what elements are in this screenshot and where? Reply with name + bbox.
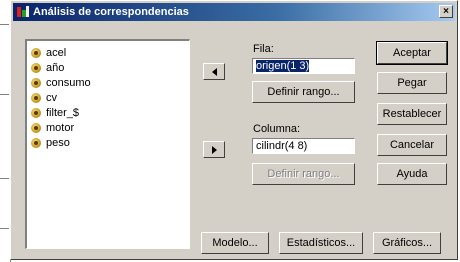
scale-variable-icon xyxy=(31,92,41,103)
paste-button[interactable]: Pegar xyxy=(377,72,447,94)
variable-list[interactable]: acel año consumo cv filter_$motor peso xyxy=(25,39,190,249)
model-button[interactable]: Modelo... xyxy=(201,232,269,254)
correspondence-analysis-dialog: Análisis de correspondencias × acel año co… xyxy=(10,0,458,260)
column-define-range-button[interactable]: Definir rango... xyxy=(252,163,355,185)
variable-name: cv xyxy=(46,91,57,104)
variable-list-item[interactable]: cv xyxy=(27,90,189,105)
variable-name: peso xyxy=(46,136,70,149)
ok-button[interactable]: Aceptar xyxy=(376,41,448,65)
arrow-left-icon xyxy=(211,67,217,76)
background-gridline xyxy=(0,24,9,25)
column-variable-field[interactable]: cilindr(4 8) xyxy=(252,138,355,154)
close-button[interactable]: × xyxy=(439,5,453,18)
cancel-button[interactable]: Cancelar xyxy=(377,134,447,156)
close-icon: × xyxy=(443,6,449,17)
variable-list-item[interactable]: consumo xyxy=(27,75,189,90)
statistics-button[interactable]: Estadísticos... xyxy=(279,232,363,254)
variable-list-item[interactable]: acel xyxy=(27,45,189,60)
column-variable-value: cilindr(4 8) xyxy=(256,140,308,152)
scale-variable-icon xyxy=(31,47,41,58)
variable-name: motor xyxy=(46,121,75,134)
variable-list-item[interactable]: motor xyxy=(27,120,189,135)
column-label: Columna: xyxy=(253,123,301,135)
variable-name: consumo xyxy=(46,76,91,89)
help-button[interactable]: Ayuda xyxy=(377,163,447,185)
spss-dialog-icon xyxy=(16,5,30,19)
reset-button[interactable]: Restablecer xyxy=(377,103,447,125)
variable-list-item[interactable]: peso xyxy=(27,135,189,150)
move-to-column-button[interactable] xyxy=(203,141,225,158)
move-to-row-button[interactable] xyxy=(203,63,225,80)
scale-variable-icon xyxy=(31,107,41,118)
background-gridline xyxy=(0,94,9,95)
plots-button[interactable]: Gráficos... xyxy=(373,232,441,254)
variable-list-item[interactable]: año xyxy=(27,60,189,75)
background-gridline xyxy=(0,178,9,179)
row-label: Fila: xyxy=(253,43,274,55)
title-bar[interactable]: Análisis de correspondencias × xyxy=(13,3,455,21)
variable-name: acel xyxy=(46,46,67,59)
variable-name: año xyxy=(46,61,65,74)
scale-variable-icon xyxy=(31,77,41,88)
background-gridline xyxy=(0,228,9,229)
variable-list-item[interactable]: filter_$ xyxy=(27,105,189,120)
scale-variable-icon xyxy=(31,137,41,148)
row-variable-field[interactable]: origen(1 3) xyxy=(252,58,355,74)
row-define-range-button[interactable]: Definir rango... xyxy=(252,81,355,103)
scale-variable-icon xyxy=(31,122,41,133)
row-variable-value: origen(1 3) xyxy=(256,60,310,72)
arrow-right-icon xyxy=(211,145,217,154)
scale-variable-icon xyxy=(31,62,41,73)
variable-name: filter_$ xyxy=(46,106,80,119)
window-title: Análisis de correspondencias xyxy=(33,6,189,18)
